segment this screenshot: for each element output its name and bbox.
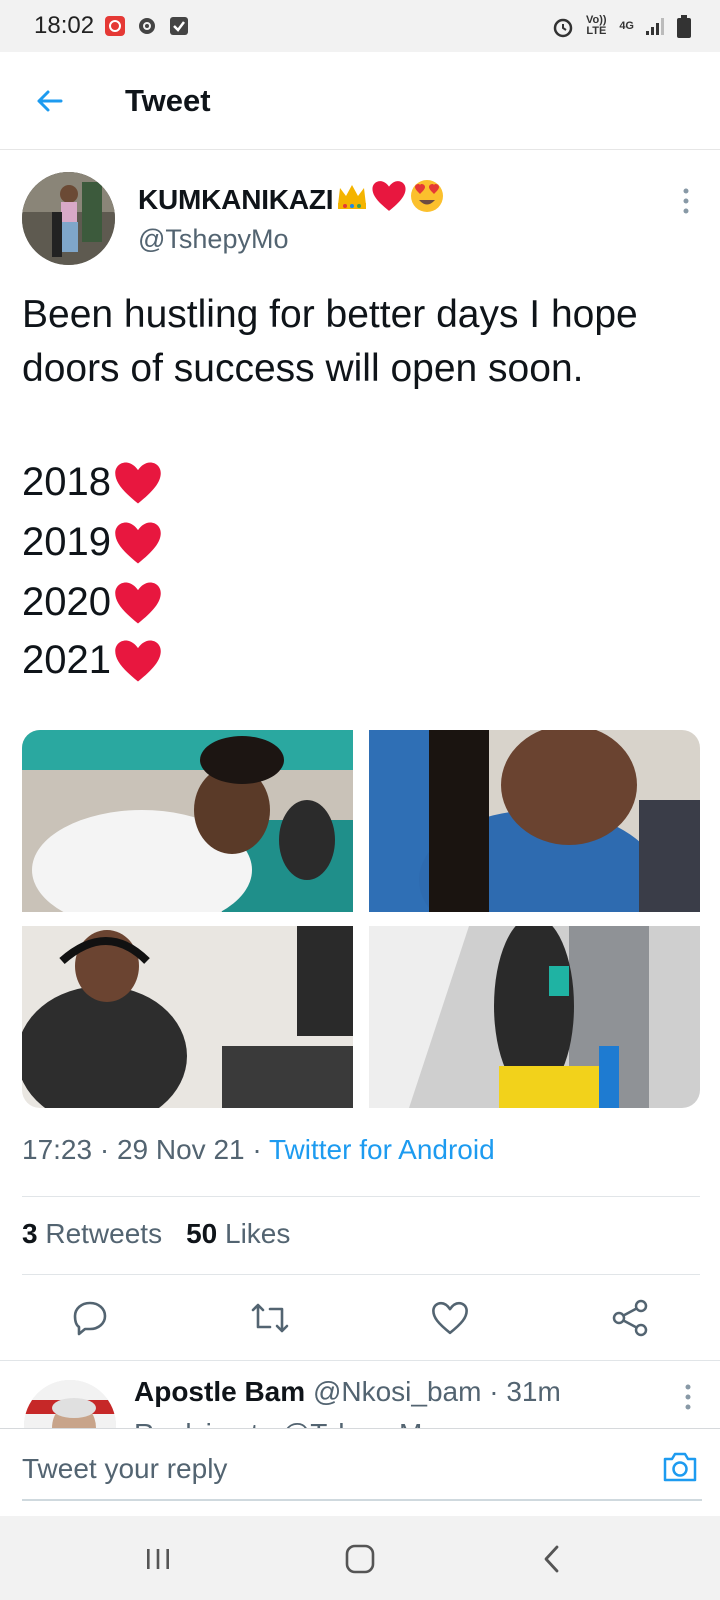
camera-icon bbox=[663, 1452, 697, 1482]
year-text: 2021 bbox=[22, 638, 111, 682]
tweet-meta: 17:23 · 29 Nov 21 · Twitter for Android bbox=[22, 1134, 495, 1166]
arrow-left-icon bbox=[37, 90, 63, 111]
heart-icon bbox=[115, 462, 161, 503]
alarm-icon bbox=[551, 15, 573, 38]
year-line: 2020 bbox=[22, 580, 163, 625]
reply-input-placeholder: Tweet your reply bbox=[22, 1453, 228, 1484]
retweet-icon bbox=[251, 1303, 289, 1333]
crown-icon bbox=[335, 181, 369, 218]
home-icon bbox=[345, 1544, 375, 1574]
more-vertical-icon bbox=[685, 1384, 691, 1410]
camera-button[interactable] bbox=[658, 1445, 702, 1489]
reply-composer: Tweet your reply bbox=[0, 1428, 720, 1514]
meta-separator: · bbox=[99, 1134, 110, 1165]
home-button[interactable] bbox=[330, 1534, 390, 1584]
divider bbox=[0, 1360, 720, 1361]
likes-count: 50 bbox=[186, 1218, 218, 1249]
heart-icon bbox=[115, 582, 161, 623]
likes-stat[interactable]: 50 Likes bbox=[186, 1218, 290, 1250]
top-app-bar: Tweet bbox=[0, 52, 720, 150]
signal-icon bbox=[644, 15, 666, 37]
tweet-photo[interactable] bbox=[369, 926, 700, 1108]
reply-item[interactable]: Apostle Bam @Nkosi_bam · 31m Replying to… bbox=[0, 1362, 720, 1428]
more-vertical-icon bbox=[683, 188, 689, 214]
likes-label: Likes bbox=[225, 1218, 291, 1249]
tweet-media-grid bbox=[22, 730, 700, 1108]
year-line: 2019 bbox=[22, 520, 163, 565]
username[interactable]: @TshepyMo bbox=[138, 224, 288, 255]
retweet-button[interactable] bbox=[242, 1290, 298, 1346]
heart-eyes-emoji-icon bbox=[409, 178, 445, 221]
tweet-text: Been hustling for better days I hope doo… bbox=[22, 293, 638, 390]
heart-icon bbox=[371, 180, 407, 219]
gear-icon bbox=[136, 15, 158, 37]
more-options-button[interactable] bbox=[676, 186, 696, 216]
back-nav-button[interactable] bbox=[522, 1534, 582, 1584]
reply-button[interactable] bbox=[62, 1290, 118, 1346]
tweet-actions bbox=[0, 1282, 720, 1354]
retweets-label: Retweets bbox=[45, 1218, 163, 1249]
share-button[interactable] bbox=[602, 1290, 658, 1346]
system-navigation-bar bbox=[0, 1516, 720, 1600]
reply-input[interactable]: Tweet your reply bbox=[22, 1443, 702, 1501]
year-line: 2021 bbox=[22, 638, 163, 683]
notification-icon bbox=[104, 15, 126, 37]
tweet-photo[interactable] bbox=[369, 730, 700, 912]
like-button[interactable] bbox=[422, 1290, 478, 1346]
more-options-button[interactable] bbox=[678, 1382, 698, 1412]
recent-apps-button[interactable] bbox=[128, 1534, 188, 1584]
year-text: 2020 bbox=[22, 580, 111, 624]
network-indicator: 4G bbox=[619, 19, 634, 32]
battery-icon bbox=[676, 15, 698, 38]
share-icon bbox=[612, 1299, 648, 1337]
chevron-left-icon bbox=[544, 1545, 559, 1573]
meta-separator: · bbox=[252, 1134, 262, 1165]
back-button[interactable] bbox=[21, 73, 77, 129]
status-bar: 18:02 Vo)) LTE 4G bbox=[0, 0, 720, 52]
divider bbox=[22, 1274, 700, 1275]
reply-time: 31m bbox=[506, 1376, 561, 1407]
divider bbox=[22, 1196, 700, 1197]
display-name-text: KUMKANIKAZI bbox=[138, 183, 334, 215]
tweet-date: 29 Nov 21 bbox=[116, 1134, 245, 1165]
reply-username[interactable]: @Nkosi_bam bbox=[313, 1376, 481, 1407]
status-time: 18:02 bbox=[34, 12, 95, 39]
avatar[interactable] bbox=[24, 1380, 116, 1428]
tweet-source-link[interactable]: Twitter for Android bbox=[269, 1134, 495, 1165]
comment-icon bbox=[73, 1301, 107, 1336]
reply-text: Replying to @TshepyMo bbox=[134, 1418, 438, 1428]
tweet-photo[interactable] bbox=[22, 730, 353, 912]
retweets-count: 3 bbox=[22, 1218, 38, 1249]
avatar[interactable] bbox=[22, 172, 115, 265]
year-text: 2019 bbox=[22, 520, 111, 564]
checkbox-icon bbox=[168, 15, 190, 37]
recent-apps-icon bbox=[147, 1549, 169, 1569]
year-line: 2018 bbox=[22, 460, 163, 505]
tweet-time: 17:23 bbox=[22, 1134, 93, 1165]
volte-indicator: Vo)) LTE bbox=[586, 14, 607, 37]
heart-outline-icon bbox=[432, 1301, 468, 1335]
tweet-stats: 3 Retweets 50 Likes bbox=[22, 1218, 290, 1250]
display-name[interactable]: KUMKANIKAZI bbox=[138, 178, 445, 221]
page-title: Tweet bbox=[125, 82, 211, 118]
reply-author: Apostle Bam @Nkosi_bam · 31m bbox=[134, 1376, 561, 1408]
reply-display-name[interactable]: Apostle Bam bbox=[134, 1376, 305, 1407]
tweet-author: KUMKANIKAZI @TshepyMo bbox=[22, 172, 702, 268]
heart-icon bbox=[115, 640, 161, 681]
heart-icon bbox=[115, 522, 161, 563]
meta-separator: · bbox=[489, 1376, 499, 1407]
retweets-stat[interactable]: 3 Retweets bbox=[22, 1218, 162, 1250]
tweet-photo[interactable] bbox=[22, 926, 353, 1108]
year-text: 2018 bbox=[22, 460, 111, 504]
